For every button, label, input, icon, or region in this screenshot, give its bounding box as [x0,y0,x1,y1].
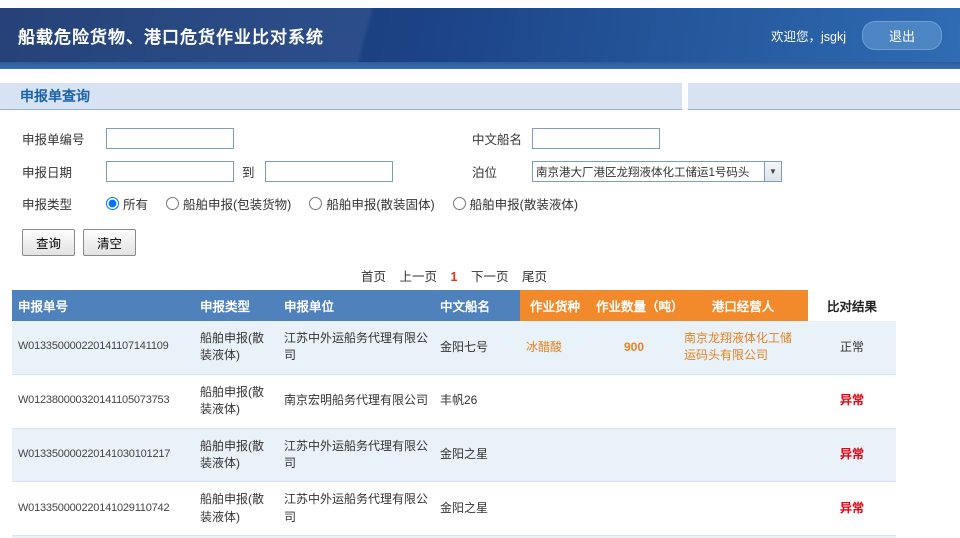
cell-ship-name: 丰帆26 [434,374,520,428]
cell-declaration-no: W012380000320141105073753 [12,374,194,428]
page-title: 申报单查询 [20,86,90,106]
form-row-3: 申报类型 所有 船舶申报(包装货物) 船舶申报(散装固体) 船舶申报(散装液体) [22,194,960,213]
cell-compare-result: 正常 [808,321,896,374]
cell-ship-name: 金阳之星 [434,482,520,536]
cell-port-operator [678,482,808,536]
cell-cargo-type [520,482,590,536]
cell-declare-unit: 南京宏明船务代理有限公司 [278,374,434,428]
query-form: 申报单编号 中文船名 申报日期 到 泊位 南京港大厂港区龙翔液体化工储运1号码头… [0,110,960,256]
declaration-no-input[interactable] [106,128,234,149]
col-header-ship-name: 中文船名 [434,290,520,321]
berth-select-value: 南京港大厂港区龙翔液体化工储运1号码头 [533,164,764,180]
berth-select[interactable]: 南京港大厂港区龙翔液体化工储运1号码头 ▼ [532,161,782,182]
cell-ship-name: 金阳七号 [434,321,520,374]
cell-port-operator [678,428,808,482]
col-header-declaration-no: 申报单号 [12,290,194,321]
date-from-input[interactable] [106,161,234,182]
date-to-input[interactable] [265,161,393,182]
cell-compare-result: 异常 [808,374,896,428]
pagination-prev[interactable]: 上一页 [400,270,438,284]
cell-declare-unit: 江苏中外运船务代理有限公司 [278,321,434,374]
radio-type-bulk-liquid[interactable]: 船舶申报(散装液体) [453,194,578,213]
col-header-declare-type: 申报类型 [194,290,278,321]
pagination-next[interactable]: 下一页 [471,270,509,284]
cell-declaration-no: W013350000220141029110742 [12,482,194,536]
section-bar: 申报单查询 [0,83,960,110]
ship-name-label: 中文船名 [472,129,532,148]
cell-declare-type: 船舶申报(散装液体) [194,321,278,374]
radio-type-bulk-liquid-input[interactable] [453,197,466,210]
cell-port-operator [678,374,808,428]
col-header-cargo-type: 作业货种 [520,290,590,321]
section-bar-right [688,83,960,110]
radio-type-packaged[interactable]: 船舶申报(包装货物) [166,194,291,213]
cell-quantity [590,428,678,482]
welcome-text: 欢迎您，jsgkj [771,26,846,45]
col-header-port-operator: 港口经营人 [678,290,808,321]
berth-label: 泊位 [472,162,532,181]
logout-button[interactable]: 退出 [862,21,942,50]
col-header-compare-result: 比对结果 [808,290,896,321]
cell-declare-type: 船舶申报(散装液体) [194,482,278,536]
table-body: W013350000220141107141109 船舶申报(散装液体) 江苏中… [12,321,896,538]
date-to-label: 到 [242,162,255,181]
cell-cargo-type: 冰醋酸 [520,321,590,374]
cell-cargo-type [520,374,590,428]
cell-ship-name: 金阳之星 [434,428,520,482]
cell-cargo-type [520,428,590,482]
declare-date-label: 申报日期 [22,162,106,181]
query-button[interactable]: 查询 [22,229,75,256]
col-header-declare-unit: 申报单位 [278,290,434,321]
results-table: 申报单号 申报类型 申报单位 中文船名 作业货种 作业数量（吨） 港口经营人 比… [12,290,896,538]
cell-compare-result: 异常 [808,482,896,536]
radio-type-bulk-solid-input[interactable] [309,197,322,210]
pagination: 首页 上一页 1 下一页 尾页 [12,266,896,285]
cell-declare-type: 船舶申报(散装液体) [194,428,278,482]
declare-type-radio-group: 所有 船舶申报(包装货物) 船舶申报(散装固体) 船舶申报(散装液体) [106,194,578,213]
table-row: W013350000220141107141109 船舶申报(散装液体) 江苏中… [12,321,896,374]
cell-port-operator: 南京龙翔液体化工储运码头有限公司 [678,321,808,374]
app-title: 船载危险货物、港口危货作业比对系统 [18,23,324,48]
radio-type-bulk-liquid-label: 船舶申报(散装液体) [470,194,578,213]
ship-name-input[interactable] [532,128,660,149]
radio-type-bulk-solid-label: 船舶申报(散装固体) [326,194,434,213]
cell-declare-unit: 江苏中外运船务代理有限公司 [278,482,434,536]
pagination-current-page[interactable]: 1 [451,270,458,284]
radio-type-bulk-solid[interactable]: 船舶申报(散装固体) [309,194,434,213]
cell-quantity [590,374,678,428]
table-row: W012380000320141105073753 船舶申报(散装液体) 南京宏… [12,374,896,428]
declaration-no-label: 申报单编号 [22,129,106,148]
col-header-quantity: 作业数量（吨） [590,290,678,321]
pagination-last[interactable]: 尾页 [522,270,547,284]
clear-button[interactable]: 清空 [83,229,136,256]
declare-type-label: 申报类型 [22,194,106,213]
top-margin [0,0,960,8]
pagination-first[interactable]: 首页 [361,270,386,284]
cell-quantity: 900 [590,321,678,374]
section-bar-main: 申报单查询 [0,83,682,110]
table-header-row: 申报单号 申报类型 申报单位 中文船名 作业货种 作业数量（吨） 港口经营人 比… [12,290,896,321]
form-row-1: 申报单编号 中文船名 [22,128,960,149]
chevron-down-icon[interactable]: ▼ [764,162,781,181]
cell-compare-result: 异常 [808,428,896,482]
cell-declaration-no: W013350000220141030101217 [12,428,194,482]
table-row: W013350000220141030101217 船舶申报(散装液体) 江苏中… [12,428,896,482]
cell-declare-type: 船舶申报(散装液体) [194,374,278,428]
cell-declare-unit: 江苏中外运船务代理有限公司 [278,428,434,482]
table-row: W013350000220141029110742 船舶申报(散装液体) 江苏中… [12,482,896,536]
form-row-2: 申报日期 到 泊位 南京港大厂港区龙翔液体化工储运1号码头 ▼ [22,161,960,182]
radio-type-packaged-input[interactable] [166,197,179,210]
cell-quantity [590,482,678,536]
app-header: 船载危险货物、港口危货作业比对系统 欢迎您，jsgkj 退出 [0,8,960,62]
radio-type-all-label: 所有 [123,194,148,213]
form-buttons: 查询 清空 [22,229,960,256]
cell-declaration-no: W013350000220141107141109 [12,321,194,374]
radio-type-all[interactable]: 所有 [106,194,148,213]
radio-type-all-input[interactable] [106,197,119,210]
radio-type-packaged-label: 船舶申报(包装货物) [183,194,291,213]
header-accent-strip [0,62,960,69]
